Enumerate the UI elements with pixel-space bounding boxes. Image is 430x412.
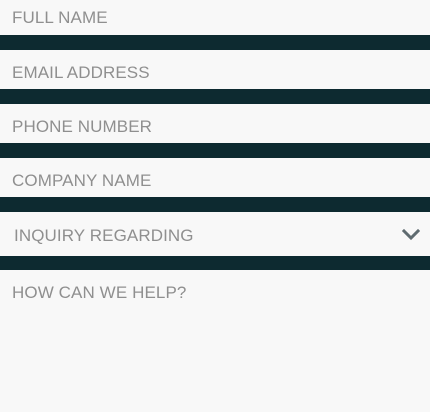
company-name-field[interactable]: COMPANY NAME: [0, 158, 430, 197]
help-message-field[interactable]: HOW CAN WE HELP?: [0, 270, 430, 412]
email-field[interactable]: EMAIL ADDRESS: [0, 50, 430, 89]
full-name-placeholder: FULL NAME: [12, 8, 108, 27]
help-placeholder: HOW CAN WE HELP?: [12, 283, 187, 302]
inquiry-placeholder: INQUIRY REGARDING: [14, 226, 194, 245]
chevron-down-icon: [401, 227, 421, 241]
phone-field[interactable]: PHONE NUMBER: [0, 104, 430, 143]
phone-placeholder: PHONE NUMBER: [12, 117, 153, 136]
inquiry-select[interactable]: INQUIRY REGARDING: [0, 212, 430, 256]
company-name-placeholder: COMPANY NAME: [12, 171, 152, 190]
contact-form: FULL NAME EMAIL ADDRESS PHONE NUMBER COM…: [0, 0, 430, 412]
email-placeholder: EMAIL ADDRESS: [12, 63, 150, 82]
full-name-field[interactable]: FULL NAME: [0, 0, 430, 35]
